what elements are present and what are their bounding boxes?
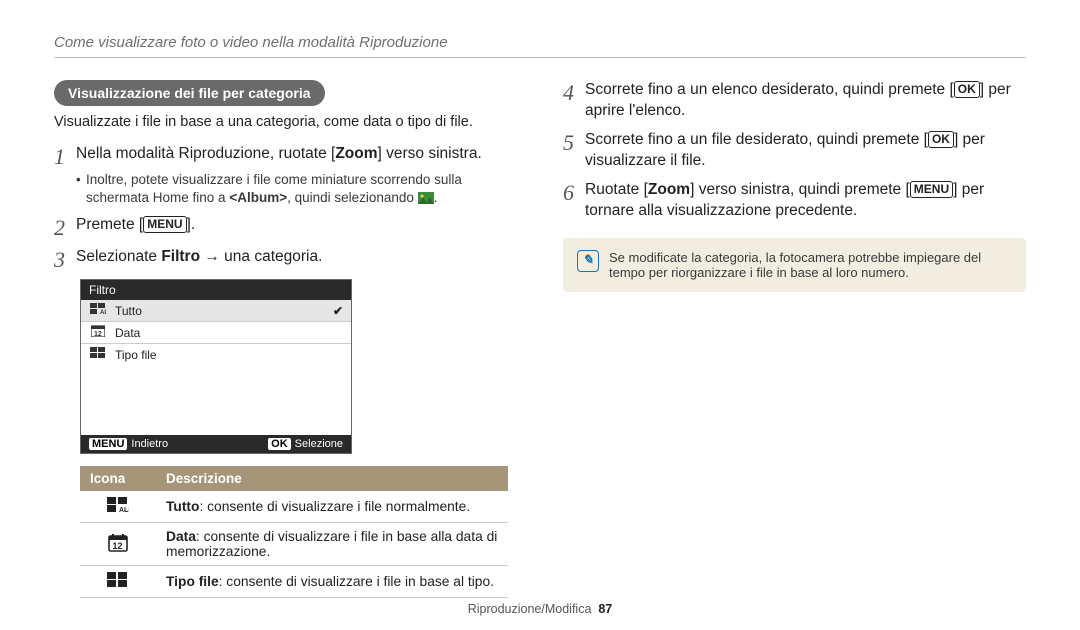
all-icon: ALL bbox=[89, 303, 107, 318]
breadcrumb: Come visualizzare foto o video nella mod… bbox=[54, 34, 1026, 58]
step-number-6: 6 bbox=[563, 180, 585, 204]
step-1-body: Nella modalità Riproduzione, ruotate [Zo… bbox=[76, 144, 517, 207]
menu-button-label: MENU bbox=[143, 216, 186, 233]
svg-text:ALL: ALL bbox=[100, 310, 106, 315]
lcd-row-tutto-label: Tutto bbox=[115, 304, 142, 318]
section-title-chip: Visualizzazione dei file per categoria bbox=[54, 80, 325, 106]
table-head-descrizione: Descrizione bbox=[156, 466, 508, 491]
step-6-body: Ruotate [Zoom] verso sinistra, quindi pr… bbox=[585, 180, 1026, 222]
table-head-icona: Icona bbox=[80, 466, 156, 491]
page-number: 87 bbox=[598, 602, 612, 616]
step-5-text-a: Scorrete fino a un file desiderato, quin… bbox=[585, 131, 928, 148]
lcd-title: Filtro bbox=[81, 280, 351, 300]
lcd-footer: MENU Indietro OK Selezione bbox=[81, 435, 351, 453]
lcd-row-tipofile-label: Tipo file bbox=[115, 348, 157, 362]
step-1-sub-c: , quindi selezionando bbox=[287, 190, 418, 205]
calendar-icon: 12 bbox=[89, 325, 107, 340]
step-6-zoom: Zoom bbox=[648, 181, 690, 198]
camera-lcd-preview: Filtro ALL Tutto ✔ 12 Data Tipo file MEN… bbox=[80, 279, 352, 454]
lcd-row-tipofile: Tipo file bbox=[81, 344, 351, 365]
step-2-text-b: ]. bbox=[187, 216, 196, 233]
all-icon: ALL bbox=[107, 501, 129, 516]
note-text: Se modificate la categoria, la fotocamer… bbox=[609, 250, 1012, 280]
landscape-icon bbox=[418, 191, 434, 203]
left-column: Visualizzazione dei file per categoria V… bbox=[54, 80, 517, 598]
lcd-back-label: Indietro bbox=[131, 438, 168, 450]
step-3-filtro: Filtro bbox=[161, 248, 200, 265]
step-1-zoom: Zoom bbox=[335, 145, 377, 162]
check-icon: ✔ bbox=[333, 304, 343, 318]
calendar-icon: 12 bbox=[108, 540, 128, 555]
page-footer: Riproduzione/Modifica 87 bbox=[0, 602, 1080, 616]
table-row: Tipo file: consente di visualizzare i fi… bbox=[80, 566, 508, 598]
step-number-5: 5 bbox=[563, 130, 585, 154]
icon-description-table: Icona Descrizione ALL Tutto: consente di… bbox=[80, 466, 508, 598]
filetype-icon bbox=[89, 347, 107, 362]
step-3-body: Selezionate Filtro → una categoria. bbox=[76, 247, 517, 268]
step-1-text-a: Nella modalità Riproduzione, ruotate [ bbox=[76, 145, 335, 162]
right-column: 4 Scorrete fino a un elenco desiderato, … bbox=[563, 80, 1026, 598]
step-1-sub-b: <Album> bbox=[229, 190, 287, 205]
step-1-sub: Inoltre, potete visualizzare i file come… bbox=[76, 171, 517, 207]
lcd-row-data: 12 Data bbox=[81, 322, 351, 344]
svg-text:ALL: ALL bbox=[119, 507, 129, 513]
section-intro: Visualizzate i file in base a una catego… bbox=[54, 114, 517, 130]
ok-button-label: OK bbox=[954, 81, 980, 98]
step-number-3: 3 bbox=[54, 247, 76, 271]
step-6-text-a: Ruotate [ bbox=[585, 181, 648, 198]
step-number-2: 2 bbox=[54, 215, 76, 239]
ok-button-label: OK bbox=[928, 131, 954, 148]
note-box: ✎ Se modificate la categoria, la fotocam… bbox=[563, 238, 1026, 292]
lcd-row-tutto: ALL Tutto ✔ bbox=[81, 300, 351, 322]
table-row-0-bold: Tutto bbox=[166, 499, 199, 514]
menu-button-label: MENU bbox=[910, 181, 953, 198]
lcd-row-data-label: Data bbox=[115, 326, 140, 340]
step-3-text-a: Selezionate bbox=[76, 248, 161, 265]
table-row-1-bold: Data bbox=[166, 529, 196, 544]
step-6-text-c: ] verso sinistra, quindi premete [ bbox=[690, 181, 910, 198]
svg-text:12: 12 bbox=[113, 541, 123, 551]
filetype-icon bbox=[107, 576, 129, 591]
table-row-1-text: : consente di visualizzare i file in bas… bbox=[166, 529, 497, 559]
step-number-4: 4 bbox=[563, 80, 585, 104]
lcd-back-btn: MENU bbox=[89, 438, 127, 450]
table-row-2-bold: Tipo file bbox=[166, 574, 219, 589]
footer-label: Riproduzione/Modifica bbox=[468, 602, 592, 616]
step-2-text-a: Premete [ bbox=[76, 216, 143, 233]
svg-text:12: 12 bbox=[94, 331, 102, 337]
table-row-0-text: : consente di visualizzare i file normal… bbox=[199, 499, 470, 514]
lcd-select-btn: OK bbox=[268, 438, 291, 450]
table-row: 12 Data: consente di visualizzare i file… bbox=[80, 523, 508, 566]
lcd-select-label: Selezione bbox=[295, 438, 343, 450]
step-4-body: Scorrete fino a un elenco desiderato, qu… bbox=[585, 80, 1026, 122]
table-row: ALL Tutto: consente di visualizzare i fi… bbox=[80, 491, 508, 523]
step-3-text-c: → una categoria. bbox=[200, 248, 322, 265]
step-number-1: 1 bbox=[54, 144, 76, 168]
step-2-body: Premete [MENU]. bbox=[76, 215, 517, 236]
step-1-text-c: ] verso sinistra. bbox=[378, 145, 482, 162]
note-icon: ✎ bbox=[577, 250, 599, 272]
table-row-2-text: : consente di visualizzare i file in bas… bbox=[219, 574, 494, 589]
step-4-text-a: Scorrete fino a un elenco desiderato, qu… bbox=[585, 81, 954, 98]
step-5-body: Scorrete fino a un file desiderato, quin… bbox=[585, 130, 1026, 172]
